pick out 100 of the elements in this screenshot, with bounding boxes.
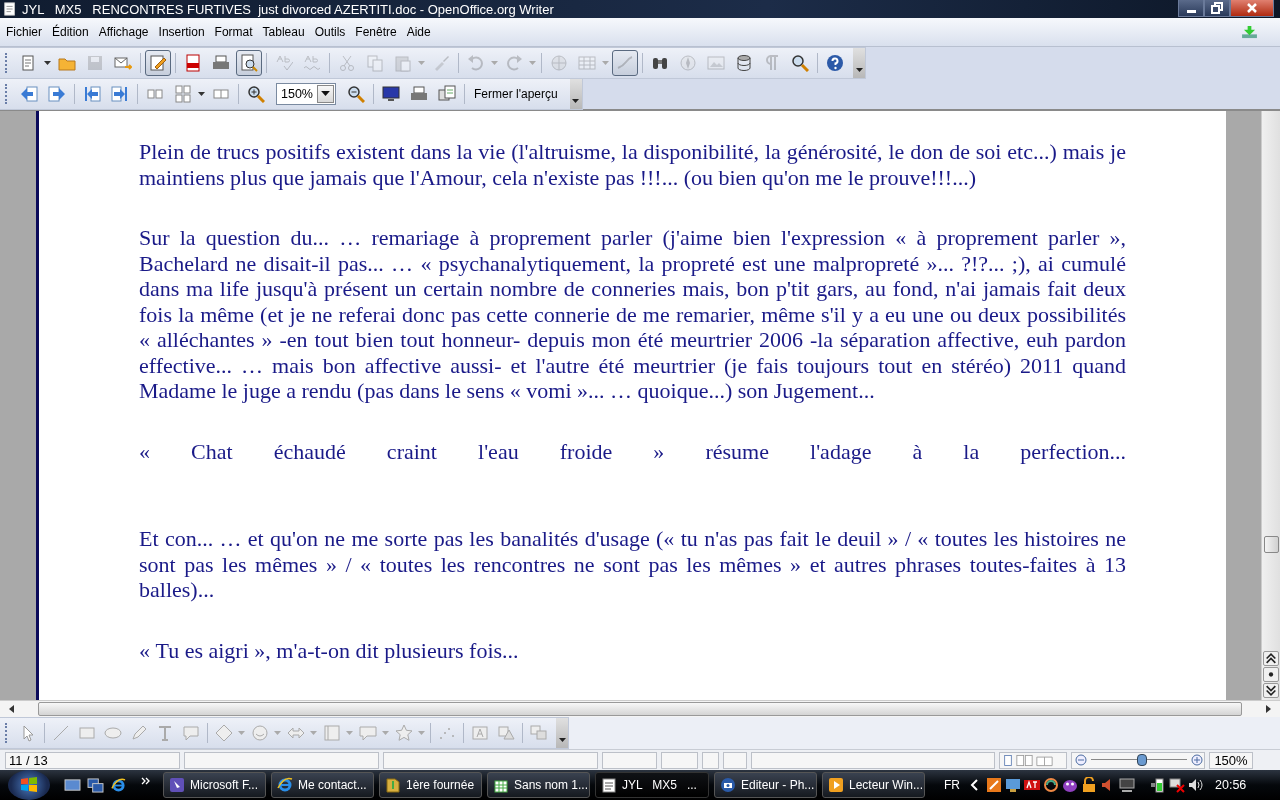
drawing-pen-icon — [616, 53, 634, 72]
star-icon[interactable] — [395, 724, 413, 742]
redo-icon — [505, 53, 523, 72]
print-options-icon — [438, 84, 456, 103]
restore-button[interactable] — [1204, 0, 1230, 17]
paragraph: « Tu es aigri », m'a-t-on dit plusieurs fois... — [139, 637, 520, 663]
taskbar-button[interactable]: Sans nom 1... — [487, 772, 590, 798]
menu-item[interactable]: Aide — [402, 25, 437, 39]
menu-item[interactable]: Affichage — [94, 25, 155, 39]
menu-item[interactable]: Insertion — [154, 25, 211, 39]
browser-e-icon[interactable] — [110, 777, 127, 793]
menu-item[interactable]: Fichier — [2, 25, 48, 39]
picture-frame-icon — [707, 53, 725, 72]
line-icon[interactable] — [52, 724, 70, 742]
restore-icon — [1211, 2, 1223, 14]
battery-plug-icon[interactable] — [1150, 777, 1166, 793]
dropdown-arrow-icon[interactable] — [44, 60, 51, 65]
zoom-combo[interactable]: 150% — [276, 82, 336, 105]
taskbar-button[interactable]: Editeur - Ph... — [714, 772, 817, 798]
smiley-icon[interactable] — [251, 724, 269, 742]
download-arrow-icon[interactable] — [1241, 25, 1258, 39]
minimize-button[interactable] — [1178, 0, 1204, 17]
database-icon — [735, 53, 753, 72]
scroll-left-icon[interactable] — [8, 705, 14, 713]
toolbar-overflow-button[interactable] — [556, 718, 568, 748]
padlock-icon[interactable] — [1081, 777, 1097, 793]
taskbar-button[interactable]: Microsoft F... — [163, 772, 266, 798]
page-magnifier-icon — [240, 53, 258, 72]
callout-icon[interactable] — [182, 724, 200, 742]
toolbar-overflow-button[interactable] — [853, 47, 865, 78]
help-icon — [826, 53, 844, 72]
page-left-arrow-icon — [20, 84, 38, 103]
window-title: JYL MX5 RENCONTRES FURTIVES just divorced AZERTITI.doc - OpenOffice.org Writer — [22, 1, 554, 17]
zoom-out-icon[interactable] — [1075, 754, 1087, 766]
zoom-in-icon[interactable] — [1191, 754, 1203, 766]
flowchart-icon[interactable] — [323, 724, 341, 742]
menu-item[interactable]: Tableau — [258, 25, 311, 39]
switch-windows-icon[interactable] — [87, 777, 104, 793]
two-pages-icon[interactable] — [1016, 753, 1033, 767]
toolbar-button[interactable] — [236, 49, 262, 76]
scroll-right-icon[interactable] — [1266, 705, 1272, 713]
close-preview-button[interactable]: Fermer l'aperçu — [468, 80, 566, 107]
vertical-scrollbar[interactable] — [1261, 111, 1280, 700]
monitor-icon — [382, 84, 400, 103]
clock[interactable]: 20:56 — [1215, 778, 1247, 792]
computer-icon[interactable] — [1119, 777, 1135, 793]
toolbar-button[interactable] — [145, 49, 171, 76]
clipboard-icon — [394, 53, 412, 72]
desktop-icon[interactable] — [64, 777, 81, 793]
first-page-icon — [83, 84, 101, 103]
stacked-frames-icon[interactable] — [530, 724, 548, 742]
scrollbar-thumb[interactable] — [38, 702, 1242, 716]
pen-tray-icon[interactable] — [986, 777, 1002, 793]
paragraph: Plein de trucs positifs existent dans la vie (l'altruisme, la disponibilité, la générosité, le don de soi etc...) mais je maintiens plus que jamais que l'Amour, cela n'existe pas !!!... (ou bien qu'on me le prouve!!!...) — [139, 139, 1126, 190]
previous-page-icon[interactable] — [1263, 651, 1279, 666]
dropdown-arrow-icon — [321, 91, 330, 96]
taskbar-button[interactable]: JYL MX5 ... — [595, 772, 709, 798]
multiple-pages-icon — [174, 84, 192, 103]
minimize-icon — [1186, 9, 1196, 13]
text-frame-icon[interactable] — [471, 724, 489, 742]
volume-icon[interactable] — [1188, 777, 1204, 793]
network-disconnected-icon[interactable] — [1169, 777, 1185, 793]
close-button[interactable] — [1230, 0, 1274, 17]
start-button[interactable] — [8, 770, 50, 800]
ellipse-icon[interactable] — [104, 724, 122, 742]
diamond-icon[interactable] — [215, 724, 233, 742]
taskbar-button[interactable]: 1ère fournée — [379, 772, 482, 798]
pencil-icon[interactable] — [130, 724, 148, 742]
monitor-tray-icon[interactable] — [1005, 777, 1021, 793]
ati-logo-icon[interactable] — [1024, 777, 1040, 793]
swirl-icon[interactable] — [1043, 777, 1059, 793]
menu-item[interactable]: Format — [210, 25, 259, 39]
next-page-icon[interactable] — [1263, 683, 1279, 698]
single-page-icon[interactable] — [1003, 753, 1013, 767]
toolbar-overflow-button[interactable] — [569, 78, 582, 109]
scissors-icon — [338, 53, 356, 72]
chevron-icon[interactable] — [141, 777, 151, 785]
pdf-icon — [184, 53, 202, 72]
creature-icon[interactable] — [1062, 777, 1078, 793]
taskbar-button[interactable]: Me contact... — [271, 772, 374, 798]
shapes-icon[interactable] — [497, 724, 515, 742]
copy-icon — [366, 53, 384, 72]
menu-item[interactable]: Outils — [310, 25, 352, 39]
page-count: 11 / 13 — [5, 751, 180, 769]
language-indicator[interactable]: FR — [944, 778, 960, 792]
dropdown-arrow-icon[interactable] — [198, 91, 205, 96]
dropdown-arrow-icon — [558, 738, 566, 742]
paragraph: Et con... … et qu'on ne me sorte pas les banalités d'usage (« tu n'as pas fait le deuil » / « toutes les histoires ne sont pas les mêmes » / « toutes les rencontres ne sont pas les mêmes » et autres phrases toutes-faites à 13 balles)... — [139, 526, 1126, 603]
printer-icon — [212, 53, 230, 72]
menu-item[interactable]: Édition — [48, 25, 95, 39]
windows-flag-icon — [19, 775, 39, 795]
speech-bubble-icon[interactable] — [359, 724, 377, 742]
document-icon — [3, 2, 17, 16]
slider-thumb[interactable] — [1136, 754, 1147, 766]
text-icon[interactable] — [156, 724, 174, 742]
taskbar-button[interactable]: Lecteur Win... — [822, 772, 925, 798]
menu-item[interactable]: Fenêtre — [351, 25, 403, 39]
table-icon — [578, 53, 596, 72]
scrollbar-thumb[interactable] — [1264, 536, 1279, 553]
book-pages-icon[interactable] — [1036, 753, 1053, 767]
